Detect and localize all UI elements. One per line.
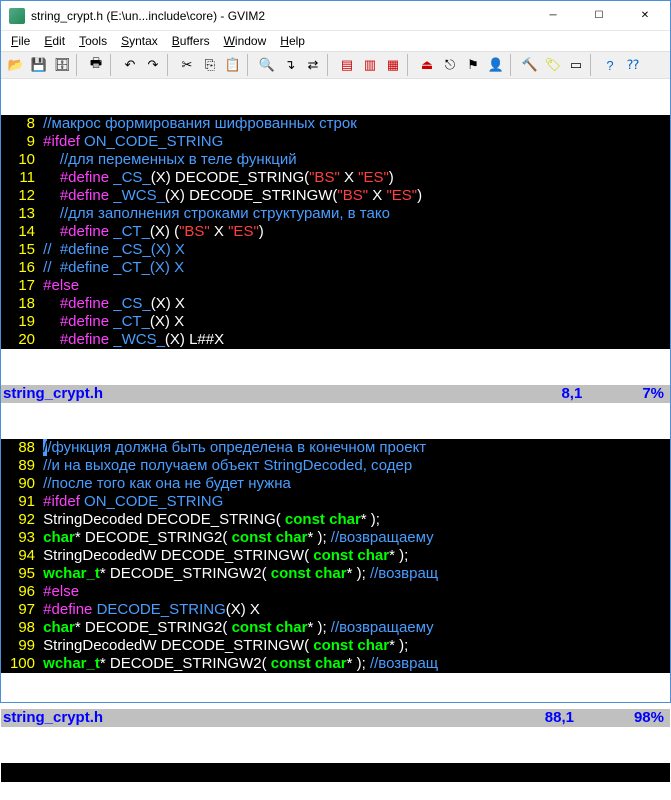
redo-icon[interactable]: ↷ [142,54,164,76]
minimize-button[interactable]: ─ [530,1,576,31]
status-bar-bottom: string_crypt.h 88,1 98% [1,709,670,727]
maximize-button[interactable]: ☐ [576,1,622,31]
paste-icon[interactable]: 📋 [222,54,244,76]
menu-tools[interactable]: Tools [73,32,113,50]
save-icon[interactable]: 💾 [28,54,50,76]
menu-buffers[interactable]: Buffers [166,32,216,50]
shell-icon[interactable]: ⎋ [439,54,461,76]
session-icon[interactable]: ▥ [359,54,381,76]
tag-icon[interactable]: 🏷 [542,54,564,76]
new-icon[interactable]: ▤ [336,54,358,76]
findhelp-icon[interactable]: ⁇ [622,54,644,76]
separator [167,54,173,76]
menu-file[interactable]: File [5,32,36,50]
jump-icon[interactable]: 👤 [485,54,507,76]
status-percent: 98% [634,709,670,727]
close-button[interactable]: ✕ [622,1,668,31]
undo-icon[interactable]: ↶ [119,54,141,76]
menu-edit[interactable]: Edit [38,32,71,50]
separator [247,54,253,76]
cut-icon[interactable]: ✂ [176,54,198,76]
editor-pane-bottom[interactable]: 88 //функция должна быть определена в ко… [1,439,670,673]
titlebar[interactable]: string_crypt.h (E:\un...include\core) - … [1,1,670,31]
minus-icon[interactable]: ▭ [565,54,587,76]
saveall-icon[interactable]: 🗄 [51,54,73,76]
copy-icon[interactable]: ⎘ [199,54,221,76]
editor-pane-top[interactable]: 8 //макрос формирования шифрованных стро… [1,115,670,349]
status-filename: string_crypt.h [1,709,103,727]
editor-area: 8 //макрос формирования шифрованных стро… [1,79,670,800]
status-filename: string_crypt.h [1,385,103,403]
status-percent: 7% [642,385,670,403]
window-title: string_crypt.h (E:\un...include\core) - … [31,9,530,23]
command-line[interactable] [1,763,670,782]
menu-help[interactable]: Help [274,32,311,50]
find-icon[interactable]: 🔍 [256,54,278,76]
status-position: 88,1 [545,709,634,727]
status-position: 8,1 [561,385,642,403]
separator [76,54,82,76]
open-icon[interactable]: 📂 [5,54,27,76]
menu-syntax[interactable]: Syntax [115,32,164,50]
ctags-icon[interactable]: ⚑ [462,54,484,76]
toolbar: 📂 💾 🗄 🖶 ↶ ↷ ✂ ⎘ 📋 🔍 ↴ ⇄ ▤ ▥ ▦ ⏏ ⎋ ⚑ 👤 🔨 … [1,51,670,79]
replace-icon[interactable]: ⇄ [302,54,324,76]
menu-window[interactable]: Window [218,32,273,50]
findnext-icon[interactable]: ↴ [279,54,301,76]
make-icon[interactable]: ⏏ [416,54,438,76]
print-icon[interactable]: 🖶 [85,54,107,76]
separator [510,54,516,76]
separator [590,54,596,76]
help-icon[interactable]: ? [599,54,621,76]
separator [110,54,116,76]
separator [407,54,413,76]
status-bar-top: string_crypt.h 8,1 7% [1,385,670,403]
app-icon [9,8,25,24]
menubar: File Edit Tools Syntax Buffers Window He… [1,31,670,51]
script-icon[interactable]: ▦ [382,54,404,76]
separator [327,54,333,76]
tool-a-icon[interactable]: 🔨 [519,54,541,76]
